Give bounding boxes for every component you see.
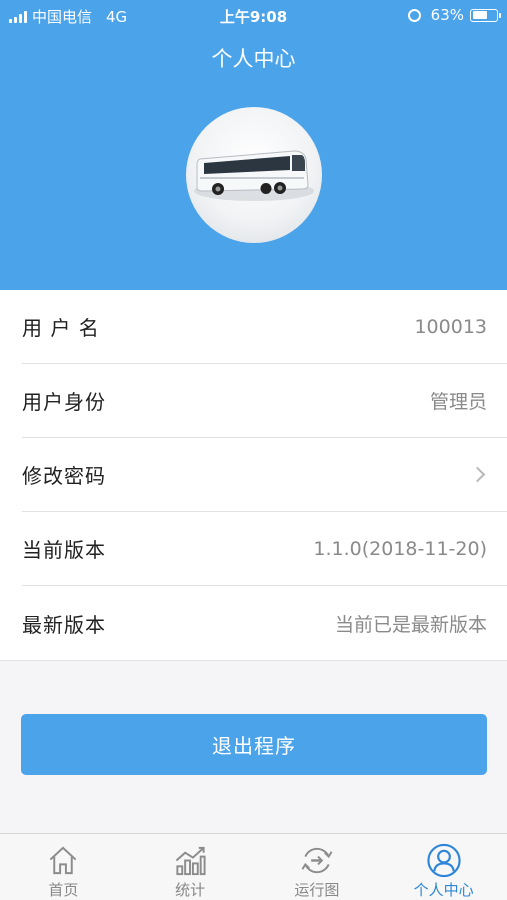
logout-button[interactable]: 退出程序 <box>21 714 487 775</box>
bus-icon <box>194 150 314 201</box>
tab-label: 个人中心 <box>413 881 474 899</box>
tab-label: 首页 <box>48 881 79 899</box>
row-value: 管理员 <box>429 391 487 413</box>
row-value: 100013 <box>414 315 487 338</box>
row-current-version: 当前版本 1.1.0(2018-11-20) <box>22 512 507 586</box>
profile-header: 中国电信 4G 上午9:08 63% 个人中心 <box>0 0 507 290</box>
status-bar: 中国电信 4G 上午9:08 63% <box>0 0 507 30</box>
tab-route-map[interactable]: 运行图 <box>254 834 381 900</box>
row-label: 用户身份 <box>22 390 106 414</box>
tab-profile[interactable]: 个人中心 <box>380 834 507 900</box>
row-value: 1.1.0(2018-11-20) <box>313 537 487 560</box>
row-user-role: 用户身份 管理员 <box>22 364 507 438</box>
row-latest-version[interactable]: 最新版本 当前已是最新版本 <box>22 586 507 660</box>
chevron-right-icon <box>469 466 486 483</box>
profile-list: 用 户 名 100013 用户身份 管理员 修改密码 当前版本 1.1.0(20… <box>0 290 507 661</box>
alarm-icon <box>407 8 421 22</box>
row-label: 用 户 名 <box>22 316 100 340</box>
row-value: 当前已是最新版本 <box>334 613 487 636</box>
row-change-password[interactable]: 修改密码 <box>22 438 507 512</box>
tab-label: 运行图 <box>294 881 340 899</box>
row-label: 当前版本 <box>22 538 106 562</box>
home-icon <box>50 846 77 875</box>
user-icon <box>427 843 461 878</box>
tab-statistics[interactable]: 统计 <box>127 834 254 900</box>
avatar[interactable] <box>186 107 322 243</box>
tab-home[interactable]: 首页 <box>0 834 127 900</box>
battery-icon <box>470 8 501 22</box>
battery-percent: 63% <box>430 6 464 24</box>
route-icon <box>301 847 333 874</box>
tab-bar: 首页 统计 运行图 个人中心 <box>0 833 507 900</box>
row-label: 最新版本 <box>22 612 106 637</box>
row-username: 用 户 名 100013 <box>22 290 507 364</box>
page-title: 个人中心 <box>211 47 296 71</box>
chart-icon <box>175 846 206 876</box>
row-label: 修改密码 <box>22 464 106 488</box>
tab-label: 统计 <box>175 881 206 899</box>
